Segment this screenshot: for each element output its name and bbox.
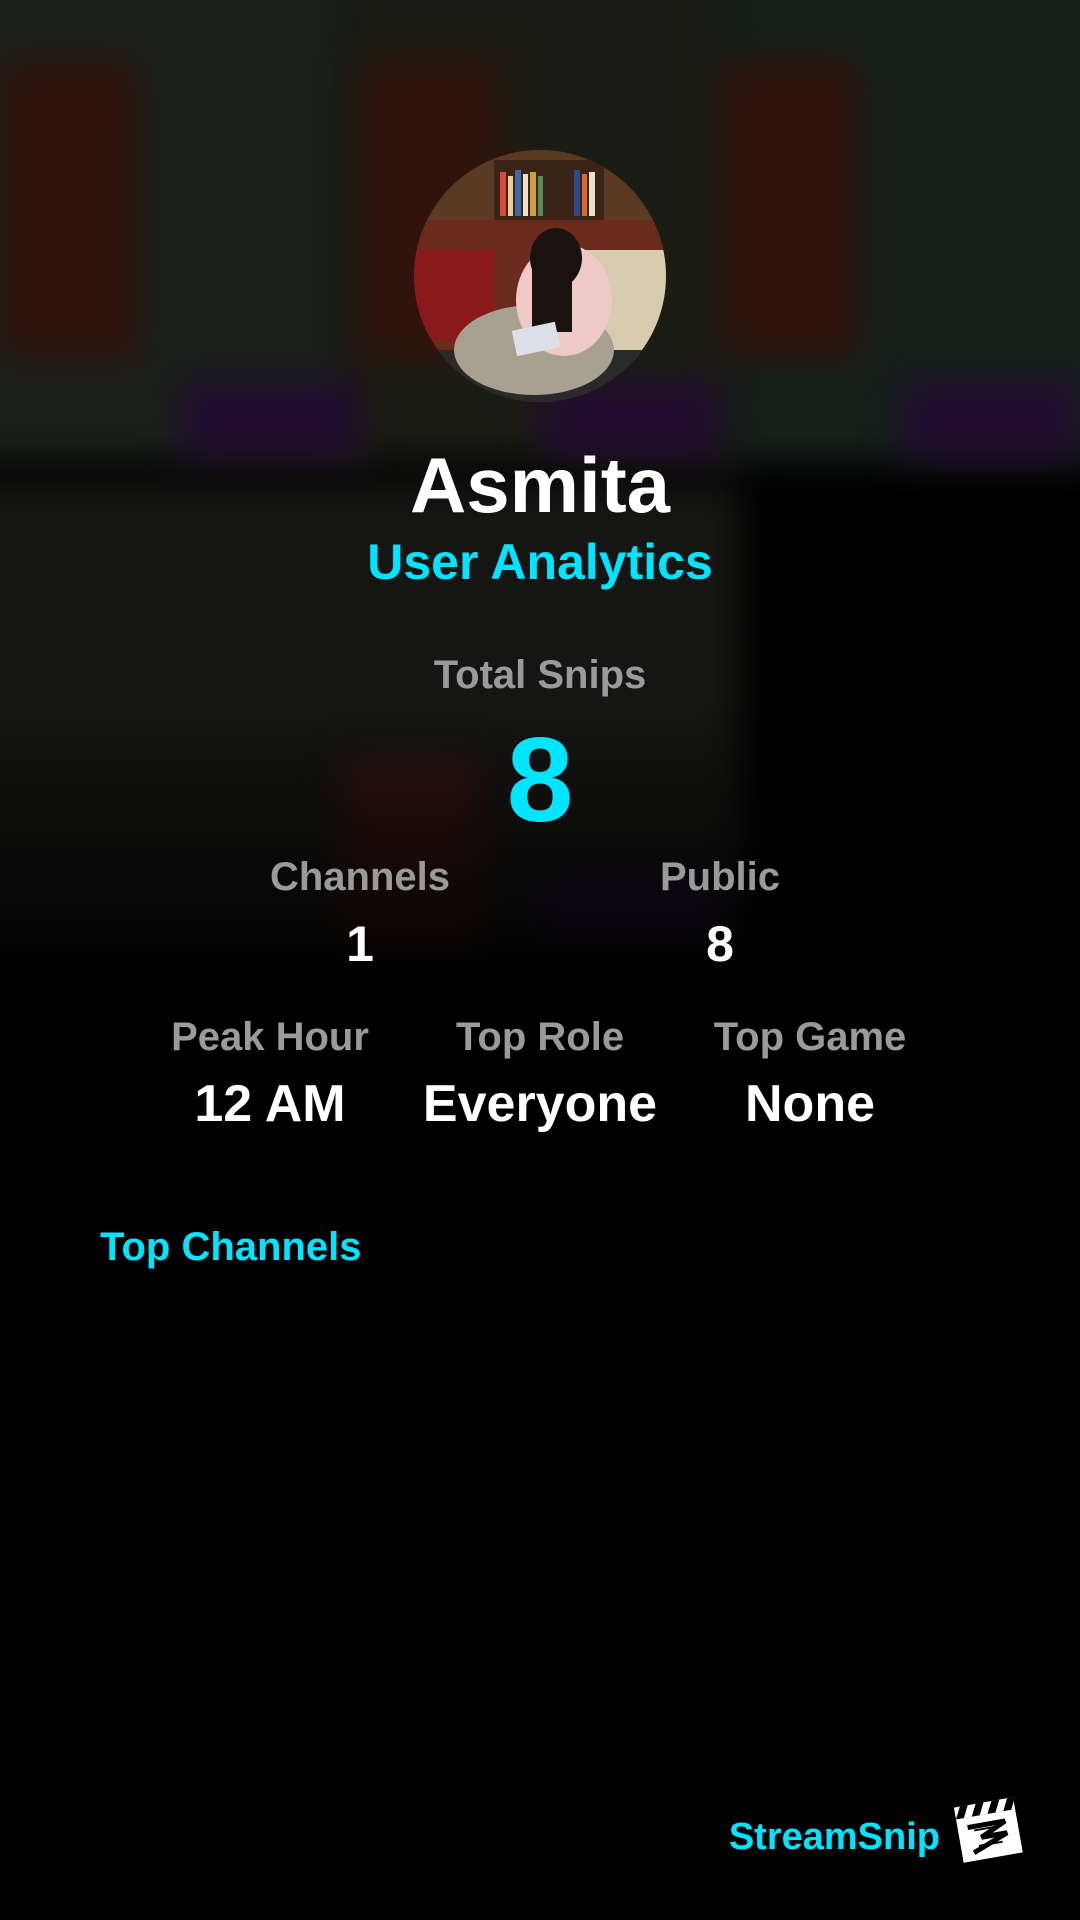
page-subtitle: User Analytics — [367, 534, 713, 590]
channels-label: Channels — [269, 855, 451, 899]
profile-name: Asmita — [409, 441, 671, 529]
total-snips-label: Total Snips — [433, 653, 647, 697]
clapperboard-icon — [950, 1790, 1026, 1866]
top-channels-heading: Top Channels — [100, 1225, 362, 1269]
avatar — [414, 150, 666, 402]
top-game-label: Top Game — [713, 1015, 907, 1059]
peak-hour-label: Peak Hour — [171, 1015, 369, 1059]
top-role-value: Everyone — [422, 1075, 658, 1133]
total-snips-value: 8 — [506, 713, 574, 847]
public-value: 8 — [706, 916, 734, 972]
channels-value: 1 — [346, 916, 374, 972]
brand-name: StreamSnip — [728, 1816, 940, 1858]
public-label: Public — [659, 855, 781, 899]
profile-photo — [414, 150, 666, 402]
top-game-value: None — [745, 1075, 875, 1133]
peak-hour-value: 12 AM — [194, 1075, 346, 1133]
top-role-label: Top Role — [455, 1015, 625, 1059]
analytics-card: Asmita User Analytics Total Snips 8 Chan… — [0, 0, 1080, 1920]
